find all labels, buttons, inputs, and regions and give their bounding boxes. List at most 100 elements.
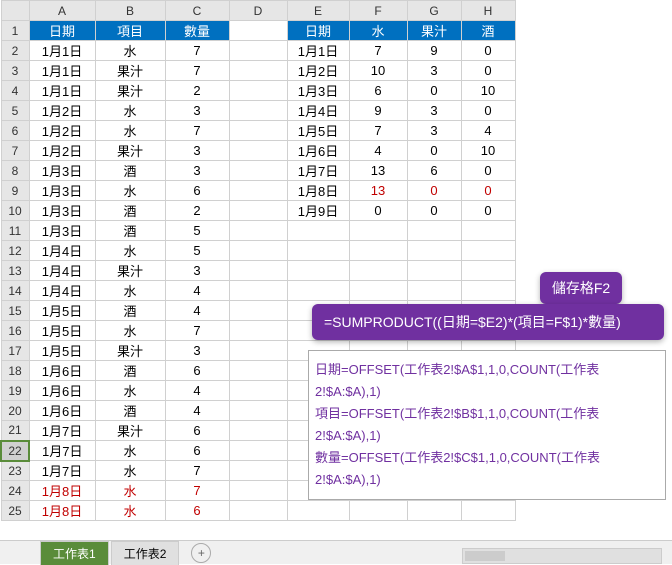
cell-C18[interactable]: 6	[165, 361, 229, 381]
cell-A9[interactable]: 1月3日	[29, 181, 95, 201]
col-header-H[interactable]: H	[461, 1, 515, 21]
row-header-10[interactable]: 10	[1, 201, 29, 221]
cell-D4[interactable]	[229, 81, 287, 101]
cell-G7[interactable]: 0	[407, 141, 461, 161]
cell-A6[interactable]: 1月2日	[29, 121, 95, 141]
row-header-22[interactable]: 22	[1, 441, 29, 461]
cell-A21[interactable]: 1月7日	[29, 421, 95, 441]
cell-E11[interactable]	[287, 221, 349, 241]
cell-A3[interactable]: 1月1日	[29, 61, 95, 81]
cell-A16[interactable]: 1月5日	[29, 321, 95, 341]
cell-C22[interactable]: 6	[165, 441, 229, 461]
cell-C2[interactable]: 7	[165, 41, 229, 61]
row-header-17[interactable]: 17	[1, 341, 29, 361]
cell-B21[interactable]: 果汁	[95, 421, 165, 441]
cell-A10[interactable]: 1月3日	[29, 201, 95, 221]
horizontal-scrollbar[interactable]	[462, 548, 662, 564]
cell-F14[interactable]	[349, 281, 407, 301]
cell-H5[interactable]: 0	[461, 101, 515, 121]
cell-F4[interactable]: 6	[349, 81, 407, 101]
cell-C24[interactable]: 7	[165, 481, 229, 501]
cell-D13[interactable]	[229, 261, 287, 281]
cell-E3[interactable]: 1月2日	[287, 61, 349, 81]
cell-B6[interactable]: 水	[95, 121, 165, 141]
cell-D25[interactable]	[229, 501, 287, 521]
cell-G6[interactable]: 3	[407, 121, 461, 141]
cell-F6[interactable]: 7	[349, 121, 407, 141]
cell-D6[interactable]	[229, 121, 287, 141]
cell-A7[interactable]: 1月2日	[29, 141, 95, 161]
cell-D2[interactable]	[229, 41, 287, 61]
cell-F2[interactable]: 7	[349, 41, 407, 61]
cell-D11[interactable]	[229, 221, 287, 241]
cell-F9[interactable]: 13	[349, 181, 407, 201]
cell-C14[interactable]: 4	[165, 281, 229, 301]
cell-H13[interactable]	[461, 261, 515, 281]
cell-H9[interactable]: 0	[461, 181, 515, 201]
cell-F12[interactable]	[349, 241, 407, 261]
cell-B10[interactable]: 酒	[95, 201, 165, 221]
cell-B14[interactable]: 水	[95, 281, 165, 301]
cell-A15[interactable]: 1月5日	[29, 301, 95, 321]
row-header-18[interactable]: 18	[1, 361, 29, 381]
cell-D5[interactable]	[229, 101, 287, 121]
cell-H4[interactable]: 10	[461, 81, 515, 101]
cell-G12[interactable]	[407, 241, 461, 261]
row-header-13[interactable]: 13	[1, 261, 29, 281]
cell-D15[interactable]	[229, 301, 287, 321]
cell-A20[interactable]: 1月6日	[29, 401, 95, 421]
cell-A14[interactable]: 1月4日	[29, 281, 95, 301]
cell-C23[interactable]: 7	[165, 461, 229, 481]
cell-B9[interactable]: 水	[95, 181, 165, 201]
cell-B1[interactable]: 項目	[95, 21, 165, 41]
cell-D19[interactable]	[229, 381, 287, 401]
cell-H10[interactable]: 0	[461, 201, 515, 221]
cell-E6[interactable]: 1月5日	[287, 121, 349, 141]
cell-C21[interactable]: 6	[165, 421, 229, 441]
cell-F11[interactable]	[349, 221, 407, 241]
row-header-6[interactable]: 6	[1, 121, 29, 141]
cell-G2[interactable]: 9	[407, 41, 461, 61]
row-header-8[interactable]: 8	[1, 161, 29, 181]
cell-B15[interactable]: 酒	[95, 301, 165, 321]
cell-F13[interactable]	[349, 261, 407, 281]
cell-E10[interactable]: 1月9日	[287, 201, 349, 221]
cell-A18[interactable]: 1月6日	[29, 361, 95, 381]
cell-C9[interactable]: 6	[165, 181, 229, 201]
cell-C15[interactable]: 4	[165, 301, 229, 321]
cell-A25[interactable]: 1月8日	[29, 501, 95, 521]
cell-H12[interactable]	[461, 241, 515, 261]
cell-F1[interactable]: 水	[349, 21, 407, 41]
cell-H2[interactable]: 0	[461, 41, 515, 61]
cell-D21[interactable]	[229, 421, 287, 441]
cell-A12[interactable]: 1月4日	[29, 241, 95, 261]
row-header-25[interactable]: 25	[1, 501, 29, 521]
cell-C20[interactable]: 4	[165, 401, 229, 421]
cell-F5[interactable]: 9	[349, 101, 407, 121]
cell-A1[interactable]: 日期	[29, 21, 95, 41]
cell-H6[interactable]: 4	[461, 121, 515, 141]
cell-F3[interactable]: 10	[349, 61, 407, 81]
cell-F10[interactable]: 0	[349, 201, 407, 221]
cell-A11[interactable]: 1月3日	[29, 221, 95, 241]
col-header-G[interactable]: G	[407, 1, 461, 21]
cell-B19[interactable]: 水	[95, 381, 165, 401]
row-header-9[interactable]: 9	[1, 181, 29, 201]
cell-C11[interactable]: 5	[165, 221, 229, 241]
cell-C6[interactable]: 7	[165, 121, 229, 141]
cell-E2[interactable]: 1月1日	[287, 41, 349, 61]
sheet-tab-2[interactable]: 工作表2	[111, 541, 180, 565]
row-header-12[interactable]: 12	[1, 241, 29, 261]
row-header-11[interactable]: 11	[1, 221, 29, 241]
cell-C10[interactable]: 2	[165, 201, 229, 221]
cell-C5[interactable]: 3	[165, 101, 229, 121]
cell-D17[interactable]	[229, 341, 287, 361]
cell-G25[interactable]	[407, 501, 461, 521]
cell-H8[interactable]: 0	[461, 161, 515, 181]
cell-E4[interactable]: 1月3日	[287, 81, 349, 101]
cell-E7[interactable]: 1月6日	[287, 141, 349, 161]
row-header-5[interactable]: 5	[1, 101, 29, 121]
col-header-E[interactable]: E	[287, 1, 349, 21]
col-header-A[interactable]: A	[29, 1, 95, 21]
cell-F7[interactable]: 4	[349, 141, 407, 161]
